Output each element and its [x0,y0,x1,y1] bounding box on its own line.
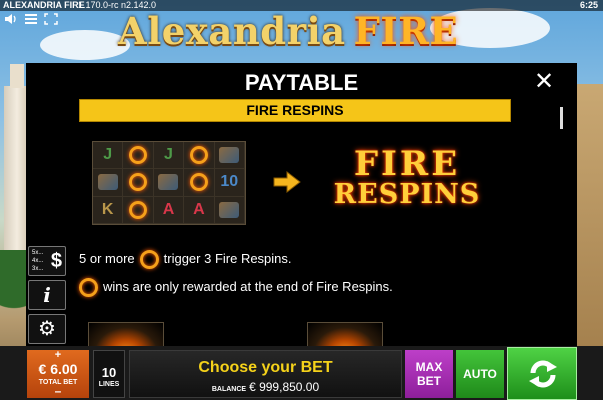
reel-cell-symbol: J [93,142,124,170]
cloud [40,30,130,60]
scrollbar[interactable] [560,107,563,129]
reel-cell-fire-coin [184,142,215,170]
reel-cell-symbol: 10 [214,169,245,197]
fullscreen-icon[interactable] [44,13,58,28]
palm-tree [0,250,28,360]
fire-coin-preview [307,322,383,349]
artifact-symbol-icon [97,174,118,191]
fire-coin-icon [139,249,159,269]
menu-icon[interactable] [24,13,38,28]
max-bet-label-line1: MAX [415,360,443,374]
total-bet-value: € 6.00 [38,361,78,377]
message-panel: Choose your BET BALANCE € 999,850.00 [129,350,402,398]
reel-grid-example: J J 10 K A A [92,141,246,225]
paytable-panel: PAYTABLE ✕ FIRE RESPINS J J 10 K A A FIRE RES… [26,63,577,349]
lines-value: 10 [101,365,117,380]
reel-cell-symbol: K [93,196,124,224]
rule-wins-text: wins are only rewarded at the end of Fir… [103,279,393,294]
fire-coin-icon [189,173,208,192]
autoplay-button[interactable]: AUTO [456,350,504,398]
bet-prompt: Choose your BET [198,359,333,376]
reel-cell-artifact [214,142,245,170]
game-logo: Alexandria FIRE [118,8,458,54]
reel-cell-symbol: A [184,196,215,224]
reel-cell-artifact [153,169,185,197]
lines-label: LINES [98,381,120,388]
app-title: ALEXANDRIA FIRE [3,0,85,10]
reel-cell-artifact [93,169,124,197]
fire-respins-logo-line2: RESPINS [333,179,481,210]
fire-coin-icon [129,146,148,165]
build-version: 1.170.0-rc n2.142.0 [78,0,157,10]
section-banner: FIRE RESPINS [79,99,511,122]
dollar-icon: $ [50,250,62,272]
max-bet-button[interactable]: MAX BET [405,350,453,398]
logo-word-fire: FIRE [353,9,459,53]
reel-cell-symbol: J [153,142,185,170]
balance-value: € 999,850.00 [249,380,320,394]
settings-button[interactable]: ⚙ [28,314,66,344]
rule-trigger-text-before: 5 or more [79,251,135,266]
fire-coin-icon [79,277,98,297]
close-icon[interactable]: ✕ [531,69,557,95]
paytable-button[interactable]: 5x... 4x... 3x... $ [28,246,66,276]
spin-button[interactable] [507,347,577,400]
paytable-multipliers: 5x... 4x... 3x... [32,249,43,273]
logo-word-alexandria: Alexandria [118,9,346,53]
fire-coin-icon [129,200,148,219]
balance-label: BALANCE [211,386,247,393]
reel-cell-symbol: A [153,196,185,224]
paytable-title: PAYTABLE [244,70,359,95]
fire-coin-icon [189,146,208,165]
fire-coin-preview [88,322,164,349]
max-bet-label-line2: BET [417,374,441,388]
status-bar: ALEXANDRIA FIRE 1.170.0-rc n2.142.0 6:25 [0,0,603,11]
artifact-symbol-icon [219,201,240,218]
multiplier-label: 3x... [32,266,44,272]
balance: BALANCE € 999,850.00 [130,380,401,397]
fire-respins-logo: FIRE RESPINS [326,147,488,208]
artifact-symbol-icon [158,174,179,191]
multiplier-label: 5x... [32,250,44,256]
total-bet-control: + € 6.00 TOTAL BET – [27,350,89,398]
reel-cell-artifact [214,196,245,224]
rule-wins: wins are only rewarded at the end of Fir… [79,277,393,297]
lines-display: 10 LINES [93,350,125,398]
reel-cell-fire-coin [184,169,215,197]
clock: 6:25 [579,0,598,10]
arrow-right-icon [273,170,301,194]
rule-trigger-text-after: trigger 3 Fire Respins. [163,251,292,266]
info-button[interactable]: i [28,280,66,310]
fire-respins-logo-line1: FIRE [353,144,461,184]
system-toolbar [4,13,58,28]
info-icon: i [43,283,51,307]
gear-icon: ⚙ [38,318,56,340]
multiplier-label: 4x... [32,258,44,264]
decrease-bet-button[interactable]: – [27,385,89,397]
increase-bet-button[interactable]: + [27,350,89,361]
fire-coin-icon [129,173,148,192]
reel-cell-fire-coin [123,196,154,224]
reel-cell-fire-coin [123,142,154,170]
reel-cell-fire-coin [123,169,154,197]
building [575,84,603,354]
rule-trigger: 5 or more trigger 3 Fire Respins. [79,249,292,269]
speaker-icon[interactable] [4,13,18,28]
spin-icon [529,360,557,388]
artifact-symbol-icon [219,147,240,164]
